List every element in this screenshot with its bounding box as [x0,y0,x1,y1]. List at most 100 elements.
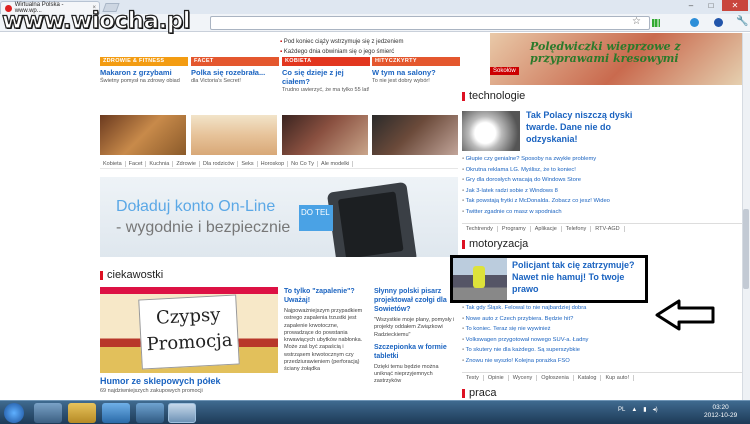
network-icon[interactable]: ▮ [643,406,646,413]
category-column: HITYCZKYRTY W tym na salony? To nie jest… [372,57,460,85]
maximize-button[interactable]: □ [702,0,720,11]
article-headline[interactable]: To tylko "zapalenie"? Uważaj! [284,287,368,305]
internet-explorer-icon[interactable] [102,403,130,423]
tech-headline[interactable]: Tak Polacy niszczą dyski twarde. Dane ni… [526,109,646,145]
article-headline[interactable]: Szczepionka w formie tabletki [374,343,458,361]
sign-line: Promocja [146,329,233,356]
article-subtitle: 69 najdziwniejszych zakupowych promocji [100,388,203,394]
promo-sign-image[interactable]: Czypsy Promocja [100,287,278,373]
category-label[interactable]: ZDROWIE & FITNESS [100,57,188,66]
moto-tab[interactable]: Ogłoszenia [537,375,574,381]
settings-icon[interactable] [136,403,164,423]
tag-link[interactable]: Horoskop [258,160,289,167]
tag-link[interactable]: Dla rodziców [200,160,239,167]
tech-tab[interactable]: RTV-AGD [591,226,625,232]
tech-tabs: Techtrendy Programy Aplikacje Telefony R… [462,223,742,232]
category-column: FACET Polka się rozebrała... dla Victori… [191,57,279,85]
language-indicator[interactable]: PL [618,407,625,413]
scrollbar-thumb[interactable] [743,209,749,289]
tag-link[interactable]: No Co Ty [288,160,318,167]
hero-bullet-list: Pod koniec ciąży wstrzymuje się z jedzen… [280,37,404,57]
moto-link[interactable]: To koniec. Teraz się nie wywinież [462,324,588,335]
tech-link[interactable]: Okrutna reklama LG. Myślisz, że to konie… [462,165,610,176]
pasta-thumbnail[interactable] [100,115,186,155]
tag-link[interactable]: Facet [126,160,147,167]
category-label[interactable]: FACET [191,57,279,66]
section-heading-praca[interactable]: praca [462,387,497,399]
police-image[interactable] [453,258,507,300]
system-clock[interactable]: 03:20 2012-10-29 [704,404,737,420]
tech-tab[interactable]: Telefony [562,226,592,232]
banner-tag: DO TEL [299,205,333,231]
food-ad[interactable]: Polędwiczki wieprzowe z przyprawami kres… [490,33,742,85]
moto-link[interactable]: Znowu nie wyszło! Kolejna porażka FSO [462,356,588,367]
tag-link[interactable]: Ale modelki [318,160,354,167]
model-thumbnail[interactable] [191,115,277,155]
food-ad-label: Polędwiczki wieprzowe z przyprawami kres… [530,40,681,65]
tag-link[interactable]: Kobieta [100,160,126,167]
food-brand: Sokołów [490,67,519,75]
moto-tab[interactable]: Opinie [484,375,509,381]
tech-link[interactable]: Twitter zgadnie co masz w spodniach [462,207,610,218]
article-headline[interactable]: Słynny polski pisarz projektował czołgi … [374,287,458,314]
column-headline[interactable]: W tym na salony? [372,68,460,77]
moto-tab[interactable]: Katalog [574,375,602,381]
article-column: To tylko "zapalenie"? Uważaj! Najpoważni… [284,287,368,374]
article-text: Dzięki temu będzie można uniknąć nieprzy… [374,363,439,385]
moto-tab[interactable]: Wyceny [509,375,538,381]
category-label[interactable]: KOBIETA [282,57,370,66]
tag-link[interactable]: Zdrowie [173,160,200,167]
tech-tab[interactable]: Aplikacje [531,226,562,232]
moto-tab[interactable]: Kup auto! [601,375,634,381]
section-heading-technologie[interactable]: technologie [462,90,525,102]
close-window-button[interactable]: ✕ [722,0,748,11]
section-title: motoryzacja [469,238,529,250]
article-title[interactable]: Humor ze sklepowych półek [100,376,221,386]
address-bar[interactable] [210,16,650,30]
tech-link[interactable]: Głupie czy genialne? Sposoby na zwykłe p… [462,154,610,165]
column-headline[interactable]: Makaron z grzybami [100,68,188,77]
column-headline[interactable]: Co się dzieje z jej ciałem? [282,68,370,86]
section-heading-motoryzacja[interactable]: motoryzacja [462,238,528,250]
moto-link[interactable]: Nowe auto z Czech przybiera. Będzie hit? [462,314,588,325]
moto-link[interactable]: Tak gdy Śląsk. Felowal to nie najbardzie… [462,303,588,314]
skype-extension-icon[interactable] [690,18,699,27]
tech-link[interactable]: Tak powstają frytki z McDonalda. Zobacz … [462,196,610,207]
moto-headline[interactable]: Policjant tak cię zatrzymuje? Nawet nie … [512,259,642,295]
tag-link[interactable]: Kuchnia [146,160,174,167]
explorer-icon[interactable] [68,403,96,423]
tray-arrow-icon[interactable]: ▲ [631,407,637,413]
banner-line-1: Doładuj konto On-Line [116,198,276,215]
moto-tab[interactable]: Testy [462,375,484,381]
column-description: dla Victoria's Secret! [191,78,241,84]
moto-link[interactable]: To skutery nie dla każdego. Są superszyb… [462,345,588,356]
hard-drive-image[interactable] [462,111,520,151]
extension-icon[interactable] [714,18,723,27]
hero-bullet[interactable]: Pod koniec ciąży wstrzymuje się z jedzen… [280,37,404,47]
chrome-taskbar-button[interactable] [168,403,196,423]
moto-link[interactable]: Volkswagen przygotował nowego SUV-a. Ład… [462,335,589,346]
celebrity-thumbnail[interactable] [372,115,458,155]
signal-extension-icon[interactable] [652,19,660,27]
hero-bullet[interactable]: Każdego dnia obwiniam się o jego śmierć [280,47,404,57]
volume-icon[interactable]: ◂) [653,406,658,413]
bookmark-star-icon[interactable]: ☆ [632,16,641,27]
start-button[interactable] [4,403,24,423]
minimize-button[interactable]: – [682,0,700,11]
topup-banner-ad[interactable]: Doładuj konto On-Line - wygodnie i bezpi… [100,177,458,257]
clock-date: 2012-10-29 [704,412,738,419]
wrench-menu-icon[interactable]: 🔧 [736,16,748,27]
right-column: Polędwiczki wieprzowe z przyprawami kres… [450,33,742,400]
column-headline[interactable]: Polka się rozebrała... [191,68,279,77]
tag-link[interactable]: Seks [238,160,258,167]
media-player-icon[interactable] [34,403,62,423]
section-title: technologie [469,90,526,102]
section-title: ciekawostki [107,269,164,281]
section-heading-ciekawostki[interactable]: ciekawostki [100,269,163,281]
category-label[interactable]: HITYCZKYRTY [372,57,460,66]
tech-tab[interactable]: Programy [498,226,531,232]
tech-tab[interactable]: Techtrendy [462,226,498,232]
tech-link[interactable]: Jak 3-latek radzi sobie z Windows 8 [462,186,610,197]
woman-thumbnail[interactable] [282,115,368,155]
tech-link[interactable]: Gry dla dorosłych wracają do Windows Sto… [462,175,610,186]
